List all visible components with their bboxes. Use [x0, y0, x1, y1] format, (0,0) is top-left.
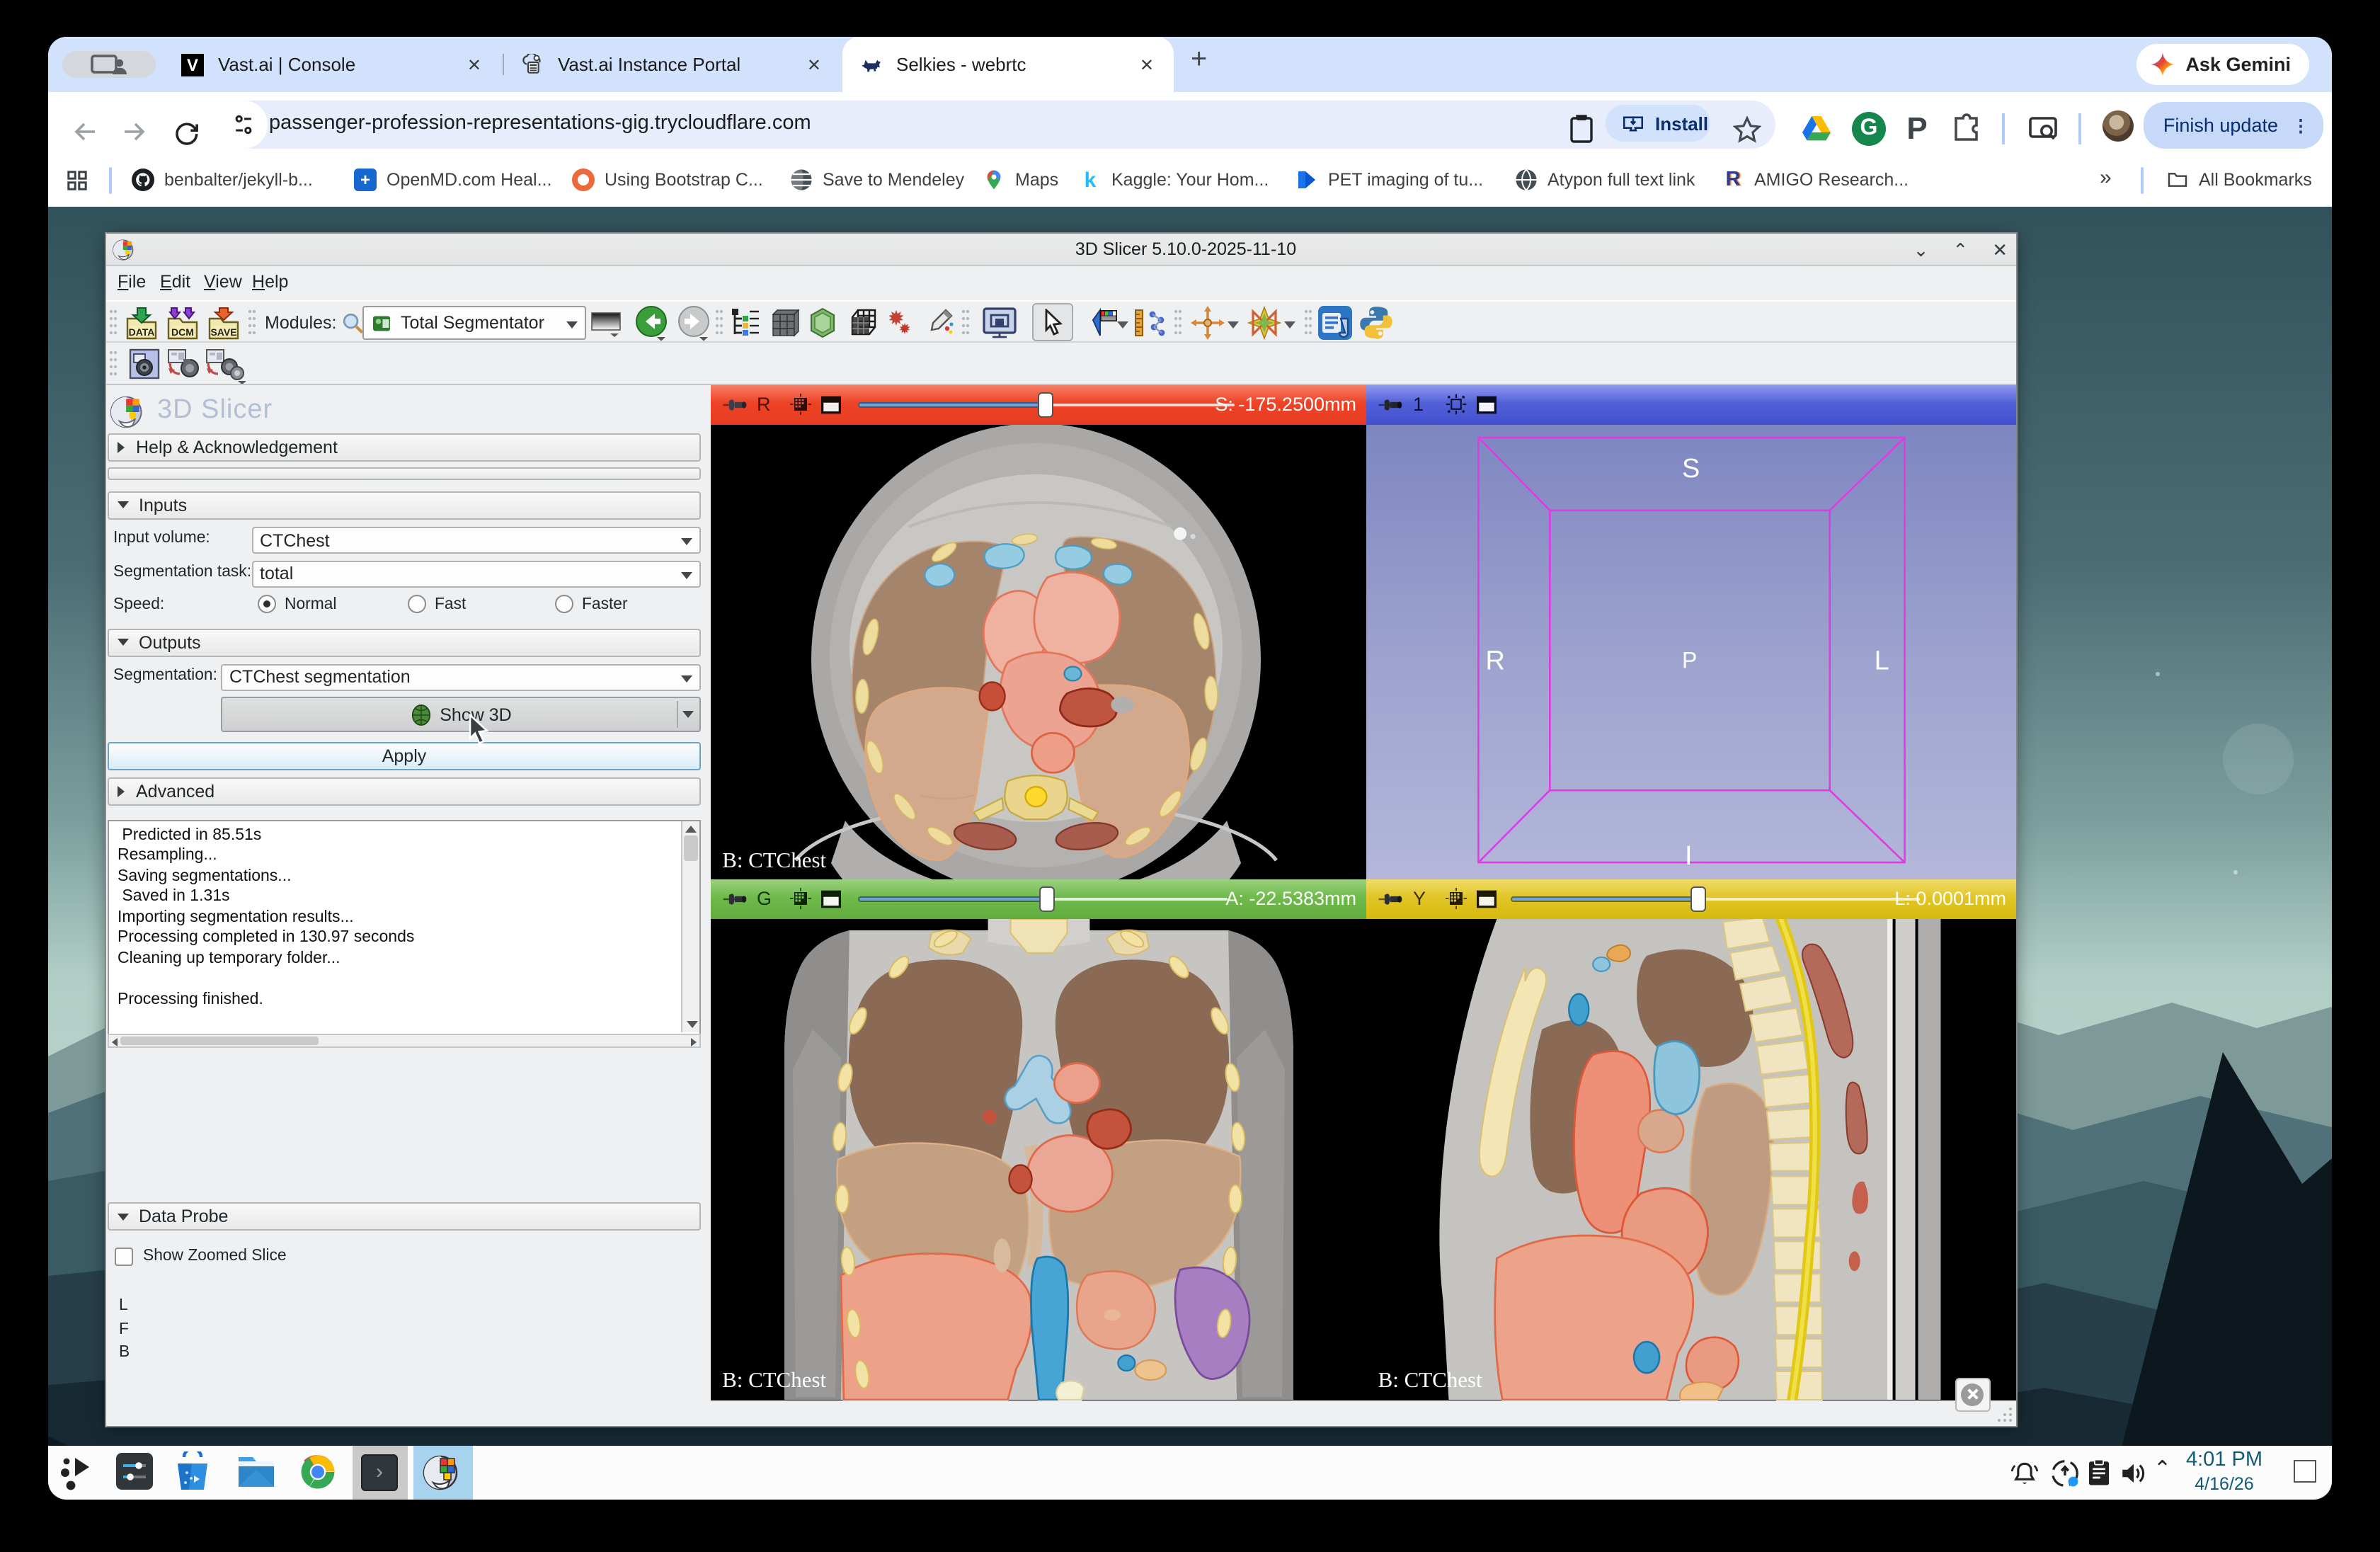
- svg-text:B: CTChest: B: CTChest: [721, 847, 825, 872]
- svg-text:S: S: [1682, 453, 1700, 483]
- svg-text:I: I: [1685, 840, 1693, 870]
- svg-text:P: P: [1682, 646, 1697, 672]
- svg-text:R: R: [1485, 645, 1504, 675]
- svg-text:SAVE: SAVE: [210, 326, 236, 337]
- svg-text:B: CTChest: B: CTChest: [1378, 1367, 1482, 1392]
- svg-text:DCM: DCM: [171, 326, 194, 337]
- svg-text:DATA: DATA: [129, 326, 155, 337]
- svg-text:L: L: [1875, 645, 1889, 675]
- svg-text:B: CTChest: B: CTChest: [721, 1367, 825, 1392]
